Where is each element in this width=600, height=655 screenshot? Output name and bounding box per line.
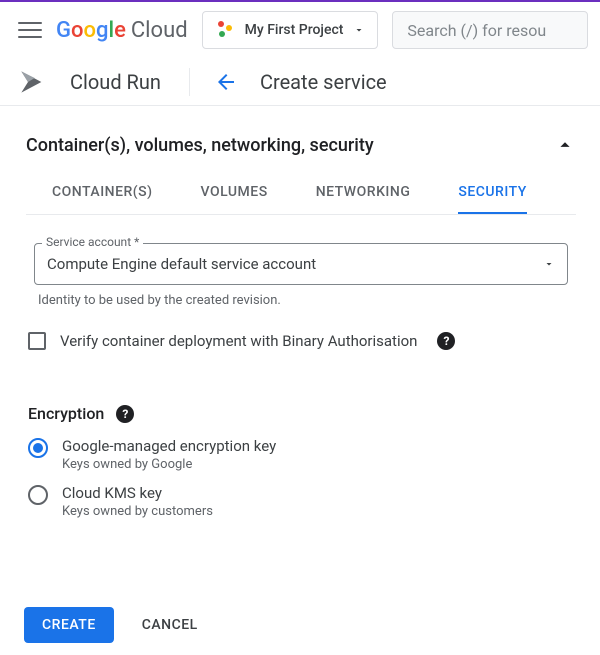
search-box[interactable] bbox=[392, 11, 588, 49]
binary-auth-label: Verify container deployment with Binary … bbox=[60, 332, 417, 350]
google-cloud-logo[interactable]: Google Cloud bbox=[56, 18, 188, 43]
menu-icon[interactable] bbox=[18, 18, 42, 42]
search-input[interactable] bbox=[407, 21, 573, 40]
page-title: Create service bbox=[260, 70, 387, 94]
footer: CREATE CANCEL bbox=[0, 595, 600, 655]
project-picker[interactable]: My First Project bbox=[202, 11, 379, 49]
help-icon[interactable]: ? bbox=[437, 332, 455, 350]
section-title: Container(s), volumes, networking, secur… bbox=[26, 135, 374, 156]
encryption-option-google[interactable]: Google-managed encryption key Keys owned… bbox=[28, 437, 576, 472]
tab-containers[interactable]: CONTAINER(S) bbox=[52, 174, 153, 214]
radio-title: Google-managed encryption key bbox=[62, 437, 276, 455]
tab-networking[interactable]: NETWORKING bbox=[316, 174, 411, 214]
binary-auth-checkbox[interactable] bbox=[28, 332, 46, 350]
back-arrow-icon[interactable] bbox=[214, 70, 238, 94]
topbar: Google Cloud My First Project bbox=[0, 2, 600, 58]
cancel-button[interactable]: CANCEL bbox=[142, 617, 198, 633]
create-button[interactable]: CREATE bbox=[24, 607, 114, 643]
caret-down-icon bbox=[353, 24, 365, 36]
encryption-heading: Encryption bbox=[28, 404, 104, 423]
radio-subtitle: Keys owned by customers bbox=[62, 504, 213, 519]
project-icon bbox=[215, 20, 235, 40]
service-account-select[interactable]: Compute Engine default service account bbox=[34, 243, 568, 285]
service-account-field: Service account * Compute Engine default… bbox=[34, 243, 568, 285]
service-title: Cloud Run bbox=[70, 70, 161, 94]
radio-title: Cloud KMS key bbox=[62, 484, 213, 502]
encryption-option-kms[interactable]: Cloud KMS key Keys owned by customers bbox=[28, 484, 576, 519]
radio-button[interactable] bbox=[28, 485, 48, 505]
divider bbox=[189, 68, 190, 96]
service-account-label: Service account * bbox=[42, 235, 143, 249]
content: Container(s), volumes, networking, secur… bbox=[0, 106, 600, 551]
binary-auth-row: Verify container deployment with Binary … bbox=[28, 332, 576, 350]
collapse-section-button[interactable] bbox=[554, 134, 576, 156]
radio-button[interactable] bbox=[28, 438, 48, 458]
service-account-value: Compute Engine default service account bbox=[47, 255, 316, 273]
service-account-help: Identity to be used by the created revis… bbox=[38, 293, 576, 308]
tab-volumes[interactable]: VOLUMES bbox=[201, 174, 268, 214]
radio-subtitle: Keys owned by Google bbox=[62, 457, 276, 472]
help-icon[interactable]: ? bbox=[116, 405, 134, 423]
breadcrumb-bar: Cloud Run Create service bbox=[0, 58, 600, 106]
tabs: CONTAINER(S) VOLUMES NETWORKING SECURITY bbox=[26, 174, 576, 215]
caret-down-icon bbox=[543, 258, 555, 270]
tab-security[interactable]: SECURITY bbox=[458, 174, 526, 214]
cloud-run-logo-icon bbox=[16, 66, 48, 98]
project-name: My First Project bbox=[245, 22, 344, 38]
